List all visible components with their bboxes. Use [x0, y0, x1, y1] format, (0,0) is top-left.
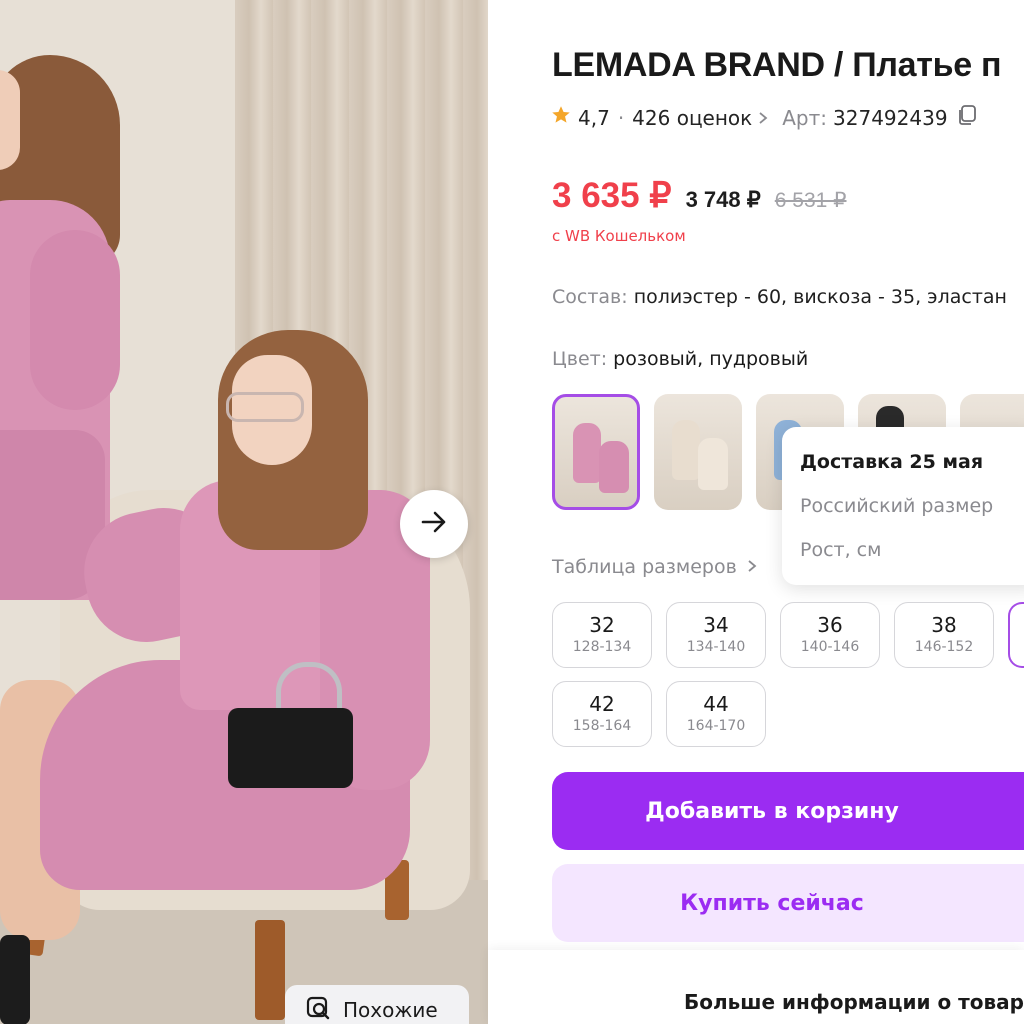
buy-now-button[interactable]: Купить сейчас — [552, 864, 1024, 942]
reviews-link[interactable]: 426 оценок — [632, 106, 752, 130]
size-number: 34 — [703, 613, 729, 637]
size-height-range: 158-164 — [572, 718, 632, 734]
color-value: розовый, пудровый — [613, 348, 809, 370]
size-height-range: 128-134 — [572, 639, 632, 655]
delivery-size-system: Российский размер — [800, 495, 994, 517]
copy-icon[interactable] — [956, 104, 978, 131]
size-table-link[interactable]: Таблица размеров — [552, 556, 757, 578]
search-image-icon — [305, 995, 331, 1024]
color-row: Цвет: розовый, пудровый — [552, 348, 808, 370]
size-number: 32 — [589, 613, 615, 637]
size-height-range: 134-140 — [686, 639, 746, 655]
size-option[interactable]: 38 146-152 — [894, 602, 994, 668]
chevron-right-icon — [747, 556, 757, 578]
delivery-title: Доставка 25 мая — [800, 451, 984, 473]
composition-value: полиэстер - 60, вискоза - 35, эластан — [633, 286, 1007, 308]
delivery-popup: Доставка 25 мая Российский размер Рост, … — [782, 427, 1024, 585]
price-regular: 3 748 ₽ — [685, 187, 761, 212]
product-photo[interactable]: Похожие — [0, 0, 488, 1024]
color-thumbnail-beige[interactable] — [654, 394, 742, 510]
thumbnail-figure — [672, 420, 700, 480]
wallet-note: с WB Кошельком — [552, 227, 686, 245]
size-number: 44 — [703, 692, 729, 716]
color-label: Цвет: — [552, 348, 608, 370]
arrow-right-icon — [419, 507, 449, 541]
thumbnail-figure — [599, 441, 629, 493]
rating-value: 4,7 — [578, 105, 610, 130]
price-row: 3 635 ₽ 3 748 ₽ 6 531 ₽ — [552, 176, 847, 216]
article-number: 327492439 — [833, 105, 948, 130]
handbag — [228, 708, 353, 788]
product-info-panel: LEMADA BRAND / Платье п 4,7 · 426 оценок… — [488, 0, 1024, 1024]
size-option[interactable]: 42 158-164 — [552, 681, 652, 747]
composition: Состав: полиэстер - 60, вискоза - 35, эл… — [552, 286, 1007, 308]
thumbnail-figure — [573, 423, 601, 483]
product-title: LEMADA BRAND / Платье п — [552, 46, 1002, 84]
size-number: 36 — [817, 613, 843, 637]
size-option[interactable]: 34 134-140 — [666, 602, 766, 668]
model-standing-face — [0, 70, 20, 170]
model-standing-sleeve — [30, 230, 120, 410]
price-current: 3 635 ₽ — [552, 176, 672, 215]
armchair-leg — [255, 920, 285, 1020]
color-thumbnail-pink[interactable] — [552, 394, 640, 510]
rating-separator: · — [617, 105, 625, 130]
gallery-next-button[interactable] — [400, 490, 468, 558]
more-info-bar[interactable]: Больше информации о товар — [488, 950, 1024, 1024]
size-height-range: 164-170 — [686, 718, 746, 734]
more-info-label: Больше информации о товар — [684, 990, 1024, 1014]
thumbnail-figure — [698, 438, 728, 490]
model-shoe — [0, 935, 30, 1024]
size-height-range: 140-146 — [800, 639, 860, 655]
size-number: 38 — [931, 613, 957, 637]
size-option[interactable]: 32 128-134 — [552, 602, 652, 668]
composition-label: Состав: — [552, 286, 628, 308]
size-height-range: 146-152 — [914, 639, 974, 655]
article-label: Арт: — [782, 105, 828, 130]
size-option[interactable]: 44 164-170 — [666, 681, 766, 747]
add-to-cart-button[interactable]: Добавить в корзину — [552, 772, 1024, 850]
rating-row: 4,7 · 426 оценок Арт: 327492439 — [550, 104, 978, 131]
chevron-right-icon — [758, 106, 768, 130]
price-old: 6 531 ₽ — [774, 189, 847, 212]
glasses — [226, 392, 304, 422]
similar-button[interactable]: Похожие — [285, 985, 469, 1024]
similar-label: Похожие — [343, 998, 438, 1022]
size-option-selected-partial[interactable] — [1008, 602, 1024, 668]
size-option[interactable]: 36 140-146 — [780, 602, 880, 668]
delivery-height: Рост, см — [800, 539, 882, 561]
star-icon — [550, 104, 572, 131]
size-table-label: Таблица размеров — [552, 556, 737, 578]
size-number: 42 — [589, 692, 615, 716]
